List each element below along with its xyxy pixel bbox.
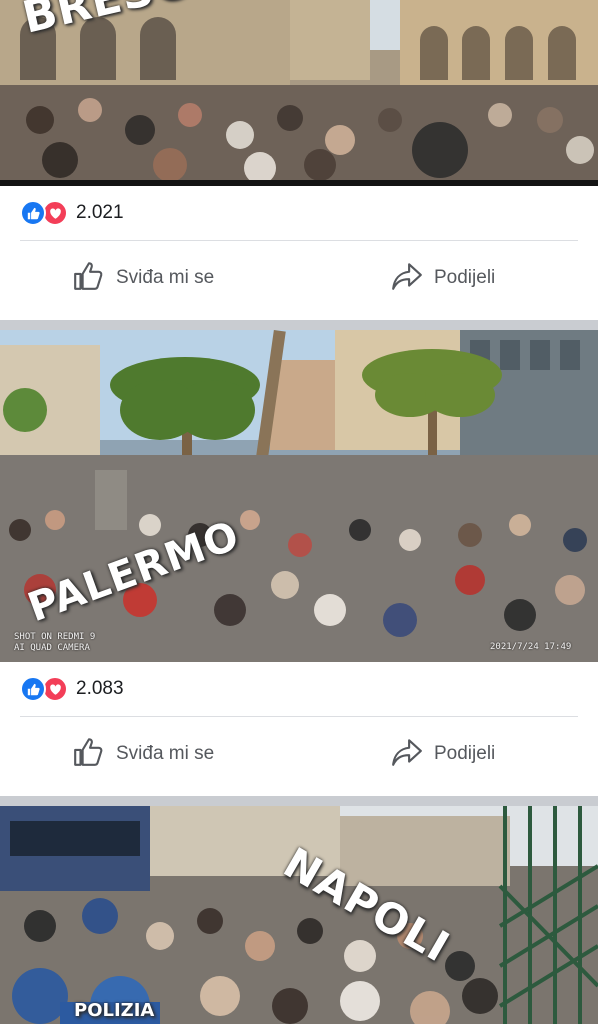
post-separator <box>0 796 598 806</box>
thumbs-up-icon <box>20 200 46 226</box>
reaction-summary[interactable]: 2.021 <box>20 200 124 226</box>
post-photo-brescia[interactable]: BRESCI <box>0 0 598 186</box>
post-photo-palermo[interactable]: PALERMO SHOT ON REDMI 9 AI QUAD CAMERA 2… <box>0 330 598 662</box>
vehicle-text: POLIZIA <box>74 1000 155 1021</box>
like-label: Sviđa mi se <box>116 267 215 288</box>
share-label: Podijeli <box>434 743 496 764</box>
share-button[interactable]: Podijeli <box>390 258 495 298</box>
post-photo-napoli[interactable]: NAPOLI POLIZIA <box>0 806 598 1024</box>
post-separator <box>0 320 598 330</box>
reaction-count: 2.083 <box>76 678 124 699</box>
share-arrow-icon <box>390 735 424 774</box>
camera-watermark-line: AI QUAD CAMERA <box>14 643 90 653</box>
divider <box>20 240 578 241</box>
post-footer: 2.021 Sviđa mi se Podijeli <box>0 186 598 320</box>
like-button[interactable]: Sviđa mi se <box>72 258 214 298</box>
like-label: Sviđa mi se <box>116 743 215 764</box>
share-button[interactable]: Podijeli <box>390 734 495 774</box>
thumbs-up-icon <box>20 676 46 702</box>
like-outline-icon <box>72 259 106 298</box>
post-footer: 2.083 Sviđa mi se Podijeli <box>0 662 598 796</box>
like-outline-icon <box>72 735 106 774</box>
camera-watermark: SHOT ON REDMI 9 AI QUAD CAMERA <box>14 632 95 654</box>
like-button[interactable]: Sviđa mi se <box>72 734 214 774</box>
photo-timestamp: 2021/7/24 17:49 <box>490 642 572 652</box>
share-arrow-icon <box>390 259 424 298</box>
reaction-count: 2.021 <box>76 202 124 223</box>
share-label: Podijeli <box>434 267 496 288</box>
reaction-summary[interactable]: 2.083 <box>20 676 124 702</box>
camera-watermark-line: SHOT ON REDMI 9 <box>14 632 96 642</box>
divider <box>20 716 578 717</box>
